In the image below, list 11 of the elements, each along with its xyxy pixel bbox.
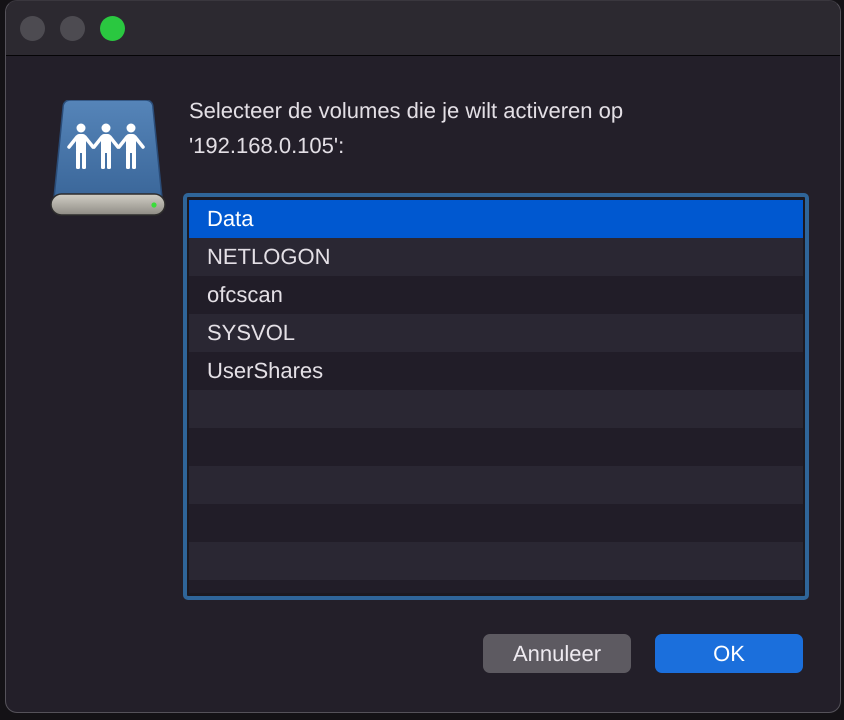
volume-list[interactable]: Data NETLOGON ofcscan SYSVOL UserShares <box>183 193 809 600</box>
dialog-message: Selecteer de volumes die je wilt activeren op '192.168.0.105': <box>188 97 624 160</box>
ok-button[interactable]: OK <box>655 634 803 673</box>
shared-drive-icon <box>50 100 166 216</box>
cancel-button[interactable]: Annuleer <box>483 634 631 673</box>
volume-row[interactable]: ofcscan <box>189 276 803 314</box>
volume-row[interactable]: UserShares <box>189 352 803 390</box>
volume-row[interactable]: SYSVOL <box>189 314 803 352</box>
volume-row[interactable]: NETLOGON <box>189 238 803 276</box>
window-control-icon[interactable] <box>100 16 125 40</box>
volume-row[interactable]: Data <box>189 200 803 238</box>
